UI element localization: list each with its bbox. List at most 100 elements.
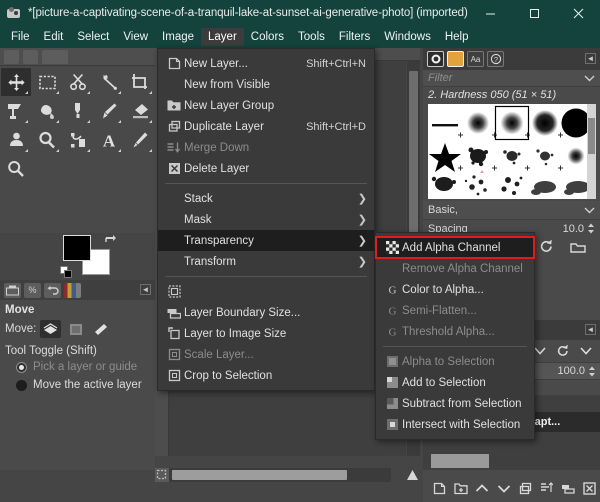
menu-item-transparency[interactable]: Transparency ❯ bbox=[158, 230, 374, 251]
ink-tool[interactable] bbox=[63, 97, 93, 125]
tool-options-tab-icon[interactable] bbox=[4, 282, 21, 298]
images-tab-icon[interactable] bbox=[64, 282, 81, 298]
refresh-brushes-icon[interactable] bbox=[539, 239, 554, 257]
canvas-horizontal-scrollbar[interactable] bbox=[169, 468, 391, 482]
brushes-dock-menu-button[interactable]: ◄ bbox=[585, 53, 596, 64]
layers-dock-menu-button[interactable]: ◄ bbox=[585, 324, 596, 335]
swap-colors-icon[interactable] bbox=[105, 233, 117, 248]
menu-item-crop-to-content[interactable]: Crop to Selection bbox=[158, 365, 374, 386]
move-path-button[interactable] bbox=[90, 320, 111, 338]
spacing-value[interactable]: 10.0 bbox=[563, 223, 584, 235]
reset-colors-icon[interactable] bbox=[60, 266, 73, 279]
crop-tool[interactable] bbox=[125, 68, 155, 96]
paths-tool[interactable] bbox=[63, 126, 93, 154]
brush-tag-row[interactable]: Basic, bbox=[423, 201, 600, 219]
rectangle-select-tool[interactable] bbox=[32, 68, 62, 96]
menu-item-subtract-from-selection[interactable]: Subtract from Selection bbox=[376, 393, 534, 414]
menu-item-color-to-alpha[interactable]: G Color to Alpha... bbox=[376, 279, 534, 300]
spinner-icon[interactable] bbox=[588, 366, 596, 377]
new-layer-button[interactable] bbox=[429, 477, 450, 499]
composite-chevron-down-icon[interactable] bbox=[580, 347, 592, 355]
brushes-tab[interactable] bbox=[427, 51, 444, 67]
menu-edit[interactable]: Edit bbox=[37, 28, 71, 46]
layer-boundary-size-icon bbox=[164, 285, 184, 298]
chevron-down-icon[interactable] bbox=[584, 207, 595, 214]
paintbrush-tool[interactable] bbox=[94, 97, 124, 125]
toolbox-tab-icon[interactable] bbox=[4, 49, 19, 64]
move-layer-button[interactable] bbox=[40, 320, 62, 338]
menu-item-new-from-visible[interactable]: New from Visible bbox=[158, 74, 374, 95]
images-tab-icon[interactable] bbox=[42, 49, 68, 64]
chevron-down-icon[interactable] bbox=[584, 75, 595, 82]
menu-item-layer-to-image-size[interactable]: Layer Boundary Size... bbox=[158, 302, 374, 323]
menu-colors[interactable]: Colors bbox=[244, 28, 291, 46]
open-brush-folder-icon[interactable] bbox=[570, 240, 586, 257]
menu-view[interactable]: View bbox=[116, 28, 155, 46]
close-button[interactable] bbox=[556, 0, 600, 26]
menu-help[interactable]: Help bbox=[438, 28, 476, 46]
radio-pick-layer-or-guide[interactable]: Pick a layer or guide bbox=[0, 358, 155, 376]
radio-move-active-layer[interactable]: Move the active layer bbox=[0, 376, 155, 394]
maximize-button[interactable] bbox=[512, 0, 556, 26]
text-tool[interactable]: A bbox=[94, 126, 124, 154]
duplicate-layer-button[interactable] bbox=[515, 477, 536, 499]
smudge-tool[interactable] bbox=[1, 126, 31, 154]
help-tab[interactable]: ? bbox=[487, 51, 504, 67]
opacity-value[interactable]: 100.0 bbox=[557, 365, 585, 377]
device-status-tab-icon[interactable] bbox=[23, 49, 38, 64]
raise-layer-button[interactable] bbox=[472, 477, 493, 499]
spinner-icon[interactable] bbox=[587, 223, 595, 234]
menu-item-intersect-with-selection[interactable]: Intersect with Selection bbox=[376, 414, 534, 435]
undo-history-tab-icon[interactable] bbox=[44, 282, 61, 298]
merge-layer-button[interactable] bbox=[557, 477, 578, 499]
brush-grid-scrollbar[interactable] bbox=[587, 104, 596, 199]
menu-item-delete-layer[interactable]: Delete Layer bbox=[158, 158, 374, 179]
perspective-clone-tool[interactable] bbox=[1, 97, 31, 125]
menu-item-stack[interactable]: Stack ❯ bbox=[158, 188, 374, 209]
fonts-tab[interactable]: Aa bbox=[467, 51, 484, 67]
color-picker-tool[interactable] bbox=[125, 126, 155, 154]
menu-image[interactable]: Image bbox=[155, 28, 201, 46]
navigation-preview-button[interactable] bbox=[404, 466, 420, 484]
menu-windows[interactable]: Windows bbox=[377, 28, 438, 46]
foreground-color-swatch[interactable] bbox=[63, 235, 91, 261]
menu-item-add-to-selection[interactable]: Add to Selection bbox=[376, 372, 534, 393]
menu-layer[interactable]: Layer bbox=[201, 28, 244, 46]
delete-layer-button[interactable] bbox=[579, 477, 600, 499]
brush-filter-input[interactable]: Filter bbox=[428, 72, 452, 84]
menu-item-add-alpha-channel[interactable]: Add Alpha Channel bbox=[375, 236, 535, 259]
menu-item-layer-boundary-size[interactable] bbox=[158, 281, 374, 302]
new-layer-group-button[interactable] bbox=[450, 477, 471, 499]
mode-chevron-down-icon[interactable] bbox=[534, 347, 546, 355]
bucket-fill-tool[interactable] bbox=[32, 97, 62, 125]
minimize-button[interactable] bbox=[468, 0, 512, 26]
reset-blend-icon[interactable] bbox=[556, 344, 570, 358]
menu-tools[interactable]: Tools bbox=[291, 28, 332, 46]
menu-select[interactable]: Select bbox=[70, 28, 116, 46]
move-selection-button[interactable] bbox=[65, 320, 86, 338]
menu-file[interactable]: File bbox=[4, 28, 37, 46]
anchor-layer-button[interactable] bbox=[536, 477, 557, 499]
zoom-tool[interactable] bbox=[1, 155, 31, 183]
undo-history-percent-tab-icon[interactable]: % bbox=[24, 282, 41, 298]
quick-mask-toggle[interactable] bbox=[155, 468, 169, 482]
lower-layer-button[interactable] bbox=[493, 477, 514, 499]
dock-menu-button[interactable]: ◄ bbox=[140, 284, 151, 295]
patterns-tab[interactable] bbox=[447, 51, 464, 67]
scissors-select-tool[interactable] bbox=[63, 68, 93, 96]
eraser-tool[interactable] bbox=[125, 97, 155, 125]
menu-item-duplicate-layer[interactable]: Duplicate Layer Shift+Ctrl+D bbox=[158, 116, 374, 137]
measure-tool[interactable] bbox=[94, 68, 124, 96]
canvas-horizontal-scroll-thumb[interactable] bbox=[172, 470, 347, 480]
dodge-burn-tool[interactable] bbox=[32, 126, 62, 154]
brush-grid-scroll-thumb[interactable] bbox=[588, 118, 595, 154]
move-tool[interactable] bbox=[1, 68, 31, 96]
menu-item-new-layer-group[interactable]: New Layer Group bbox=[158, 95, 374, 116]
brush-grid[interactable] bbox=[428, 104, 596, 199]
menu-item-new-layer[interactable]: New Layer... Shift+Ctrl+N bbox=[158, 53, 374, 74]
menu-item-transform[interactable]: Transform ❯ bbox=[158, 251, 374, 272]
menu-item-scale-layer[interactable]: Layer to Image Size bbox=[158, 323, 374, 344]
brush-filter-row[interactable]: Filter bbox=[423, 70, 600, 87]
menu-filters[interactable]: Filters bbox=[332, 28, 377, 46]
menu-item-mask[interactable]: Mask ❯ bbox=[158, 209, 374, 230]
